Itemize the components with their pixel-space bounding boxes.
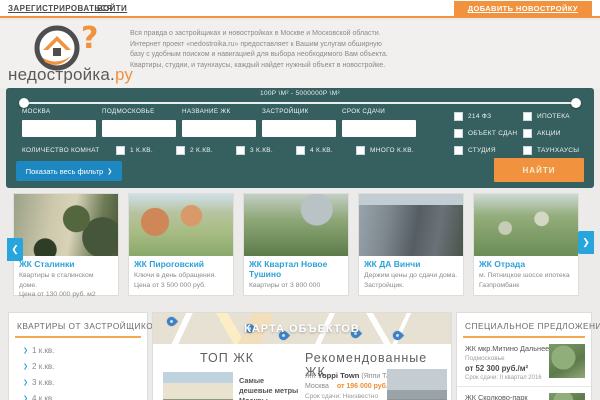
property-card[interactable]: ЖК Отрада м. Пятницкое шоссе ипотека Газ… [473, 193, 579, 296]
sidebar-item-1room[interactable]: ❯ 1 к.кв. [23, 346, 147, 355]
rooms-count-label: КОЛИЧЕСТВО КОМНАТ [22, 147, 100, 154]
checkbox-studio[interactable]: СТУДИЯ [454, 146, 496, 155]
chevron-right-icon: ❯ [107, 168, 113, 175]
question-mark-icon: ? [81, 21, 99, 56]
property-card[interactable]: ЖК ДА Винчи Держим цены до сдачи дома. З… [358, 193, 464, 296]
developer-input[interactable] [262, 120, 336, 137]
site-header: ? недостройка.ру Вся правда о застройщик… [0, 20, 600, 88]
field-region: ПОДМОСКОВЬЕ [102, 108, 176, 137]
price-range-slider[interactable] [19, 98, 581, 108]
site-description: Вся правда о застройщиках и новостройках… [130, 30, 388, 69]
field-deadline: СРОК СДАЧИ [342, 108, 416, 137]
checkbox-mortgage[interactable]: ИПОТЕКА [523, 112, 570, 121]
field-complex-name: НАЗВАНИЕ ЖК [182, 108, 256, 137]
property-title-link[interactable]: ЖК ДА Винчи [364, 259, 458, 269]
property-title-link[interactable]: ЖК Сталинки [19, 259, 113, 269]
logo-text: недостройка.ру [8, 65, 134, 84]
panel-title: СПЕЦИАЛЬНОЕ ПРЕДЛОЖЕНИЕ [465, 321, 600, 331]
checkbox-box[interactable] [356, 146, 365, 155]
center-panel: КАРТА ОБЪЕКТОВ ТОП ЖК Самые дешевые метр… [152, 312, 452, 400]
top-zhk-item-text[interactable]: Самые дешевые метры Москвы [239, 376, 299, 400]
special-offer-item[interactable]: ЖК мкр.Митино Дальнее Подмосковье от 52 … [457, 338, 591, 387]
objects-map-banner[interactable]: КАРТА ОБЪЕКТОВ [153, 313, 451, 344]
recommended-photo[interactable] [387, 369, 447, 400]
checkbox-4room[interactable]: 4 К.КВ. [296, 146, 333, 155]
special-offer-panel: СПЕЦИАЛЬНОЕ ПРЕДЛОЖЕНИЕ ЖК мкр.Митино Да… [456, 312, 600, 400]
top-zhk-heading: ТОП ЖК [199, 351, 255, 365]
checkbox-2room[interactable]: 2 К.КВ. [176, 146, 213, 155]
sidebar-item-3room[interactable]: ❯ 3 к.кв. [23, 378, 147, 387]
checkbox-box[interactable] [454, 112, 463, 121]
property-title-link[interactable]: ЖК Отрада [479, 259, 573, 269]
panel-title: КВАРТИРЫ ОТ ЗАСТРОЙЩИКОВ [17, 321, 160, 331]
chevron-right-icon: ❯ [23, 380, 29, 386]
sidebar-item-4room[interactable]: ❯ 4 к.кв. [23, 394, 147, 400]
property-photo[interactable] [474, 194, 578, 256]
complex-name-input[interactable] [182, 120, 256, 137]
checkbox-214fz[interactable]: 214 ФЗ [454, 112, 491, 121]
checkbox-townhouses[interactable]: ТАУНХАУСЫ [523, 146, 579, 155]
price-range-label: 100Р \М² - 5000000Р \М² [260, 90, 340, 97]
recommended-city: Москва [305, 383, 329, 390]
property-card[interactable]: ЖК Квартал Новое Тушино Квартиры от 3 80… [243, 193, 349, 296]
chevron-right-icon: ❯ [23, 348, 29, 354]
checkbox-box[interactable] [236, 146, 245, 155]
checkbox-box[interactable] [454, 129, 463, 138]
property-photo[interactable] [129, 194, 233, 256]
checkbox-box[interactable] [296, 146, 305, 155]
checkbox-box[interactable] [116, 146, 125, 155]
carousel-next-button[interactable]: ❯ [578, 231, 594, 254]
property-photo[interactable] [359, 194, 463, 256]
checkbox-completed[interactable]: ОБЪЕКТ СДАН [454, 129, 517, 138]
top-bar: ЗАРЕГИСТРИРОВАТЬСЯ ВОЙТИ ДОБАВИТЬ НОВОСТ… [0, 0, 600, 18]
special-offer-photo [549, 393, 585, 400]
property-photo[interactable] [14, 194, 118, 256]
add-building-button[interactable]: ДОБАВИТЬ НОВОСТРОЙКУ [453, 1, 592, 16]
search-filter-panel: 100Р \М² - 5000000Р \М² МОСКВА ПОДМОСКОВ… [6, 88, 594, 188]
developer-apartments-panel: КВАРТИРЫ ОТ ЗАСТРОЙЩИКОВ ❯ 1 к.кв. ❯ 2 к… [8, 312, 160, 400]
chevron-right-icon: ❯ [23, 396, 29, 400]
property-title-link[interactable]: ЖК Квартал Новое Тушино [249, 259, 343, 279]
slider-handle-min[interactable] [19, 98, 29, 108]
moscow-input[interactable] [22, 120, 96, 137]
checkbox-promotions[interactable]: АКЦИИ [523, 129, 561, 138]
checkbox-1room[interactable]: 1 К.КВ. [116, 146, 153, 155]
region-input[interactable] [102, 120, 176, 137]
site-logo[interactable]: ? недостройка.ру [8, 21, 133, 85]
property-card[interactable]: ЖК Сталинки Квартиры в сталинском доме. … [13, 193, 119, 298]
sidebar-item-2room[interactable]: ❯ 2 к.кв. [23, 362, 147, 371]
carousel-prev-button[interactable]: ❮ [7, 238, 23, 261]
recommended-name-link[interactable]: Yoppi Town [318, 371, 360, 380]
checkbox-box[interactable] [523, 146, 532, 155]
checkbox-multiroom[interactable]: МНОГО К.КВ. [356, 146, 414, 155]
property-photo[interactable] [244, 194, 348, 256]
checkbox-box[interactable] [454, 146, 463, 155]
checkbox-box[interactable] [523, 112, 532, 121]
property-card[interactable]: ЖК Пироговский Ключи в день обращения. Ц… [128, 193, 234, 296]
field-developer: ЗАСТРОЙЩИК [262, 108, 336, 137]
property-title-link[interactable]: ЖК Пироговский [134, 259, 228, 269]
checkbox-box[interactable] [176, 146, 185, 155]
chevron-right-icon: ❯ [23, 364, 29, 370]
field-moscow: МОСКВА [22, 108, 96, 137]
slider-handle-max[interactable] [571, 98, 581, 108]
top-zhk-photo[interactable] [163, 372, 233, 400]
special-offer-photo [549, 344, 585, 378]
map-title: КАРТА ОБЪЕКТОВ [244, 322, 360, 335]
deadline-input[interactable] [342, 120, 416, 137]
login-link[interactable]: ВОЙТИ [97, 4, 127, 13]
find-button[interactable]: НАЙТИ [494, 158, 584, 182]
special-offer-item[interactable]: ЖК Сколково-парк [457, 387, 591, 400]
checkbox-box[interactable] [523, 129, 532, 138]
checkbox-3room[interactable]: 3 К.КВ. [236, 146, 273, 155]
show-full-filter-button[interactable]: Показать весь фильтр ❯ [16, 161, 122, 181]
